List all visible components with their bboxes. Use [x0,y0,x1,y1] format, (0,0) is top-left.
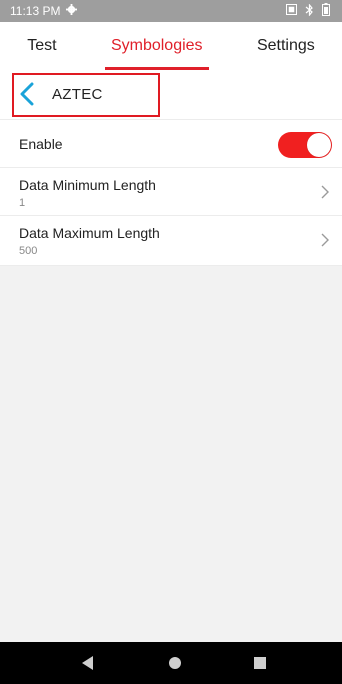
chevron-right-icon [320,233,330,247]
nfc-icon [285,3,298,18]
recents-square-icon[interactable] [254,657,266,669]
status-time: 11:13 PM [10,4,61,18]
data-maximum-length-row[interactable]: Data Maximum Length 500 [0,216,342,266]
symbology-header: AZTEC [0,70,342,120]
enable-toggle[interactable] [278,132,332,158]
navigation-bar [0,642,342,684]
data-minimum-length-row[interactable]: Data Minimum Length 1 [0,168,342,216]
chevron-right-icon [320,185,330,199]
bluetooth-icon [305,2,314,19]
tab-bar: Test Symbologies Settings [0,22,342,70]
battery-icon [322,3,330,19]
data-maximum-length-value: 500 [19,245,38,257]
page-title: AZTEC [52,86,103,103]
status-bar: 11:13 PM [0,0,342,22]
home-circle-icon[interactable] [169,657,181,669]
enable-row[interactable]: Enable [0,120,342,168]
content-background [0,266,342,642]
tab-symbologies[interactable]: Symbologies [104,37,209,70]
tab-settings[interactable]: Settings [251,37,321,55]
chevron-left-icon[interactable] [18,82,38,106]
gear-icon [66,4,78,18]
toggle-knob [307,133,331,157]
data-minimum-length-value: 1 [19,197,26,209]
tab-test[interactable]: Test [21,37,62,55]
enable-label: Enable [19,136,63,152]
back-triangle-icon[interactable] [82,656,94,675]
data-maximum-length-label: Data Maximum Length [19,225,160,241]
data-minimum-length-label: Data Minimum Length [19,177,156,193]
